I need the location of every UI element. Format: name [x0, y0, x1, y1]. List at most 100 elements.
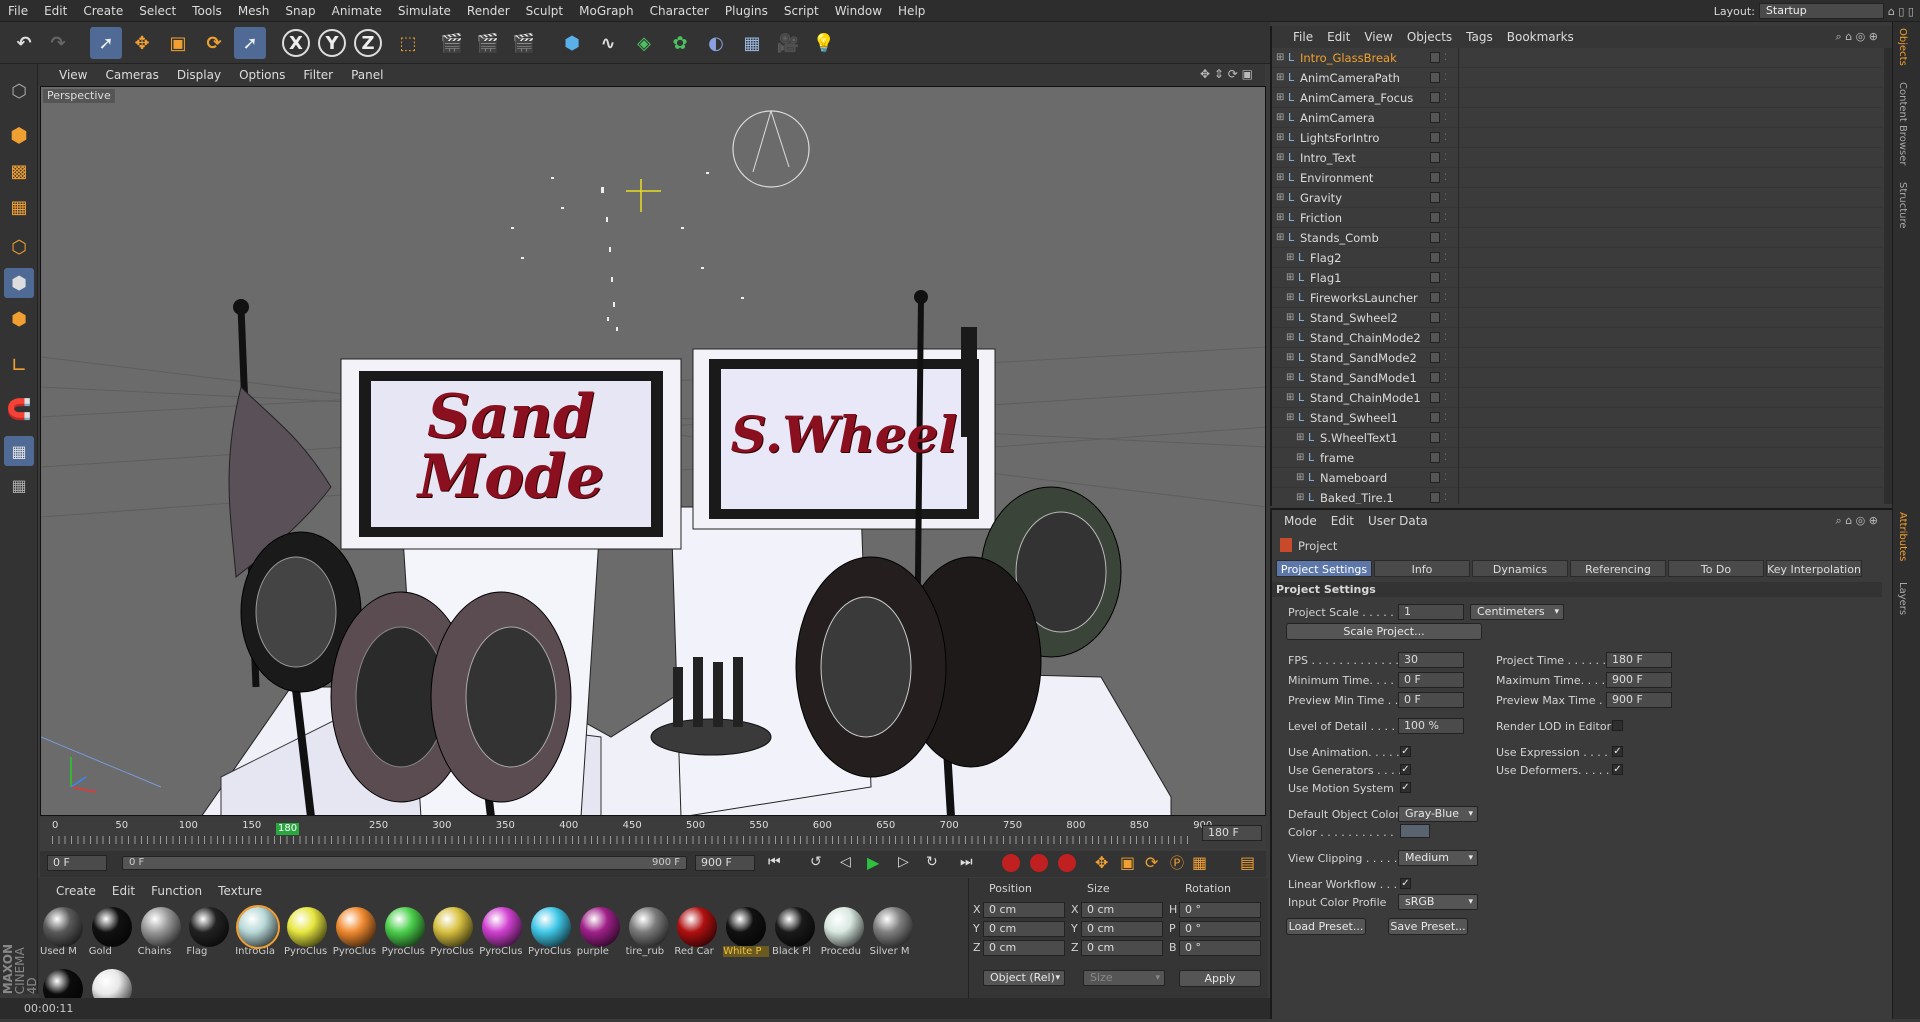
- coord-value-field[interactable]: 0 cm: [1081, 902, 1163, 918]
- tab-dynamics[interactable]: Dynamics: [1472, 560, 1568, 577]
- expand-toggle-icon[interactable]: ⊞: [1286, 408, 1294, 428]
- recent-tool-icon[interactable]: ➚: [234, 27, 266, 59]
- object-row[interactable]: ⊞ L Environment ⁚: [1272, 168, 1882, 188]
- visibility-toggle-icon[interactable]: [1430, 452, 1440, 463]
- range-slider[interactable]: 0 F 900 F: [122, 856, 687, 870]
- use-motion-checkbox[interactable]: ✓: [1400, 782, 1411, 793]
- menu-snap[interactable]: Snap: [277, 0, 323, 22]
- project-time-field[interactable]: 180 F: [1606, 652, 1672, 668]
- object-scrollbar[interactable]: [1884, 48, 1892, 504]
- current-frame-marker[interactable]: 180: [276, 823, 300, 835]
- object-row[interactable]: ⊞ L Baked_Tire.1 ⁚: [1272, 488, 1882, 504]
- cube-primitive-icon[interactable]: ⬢: [556, 27, 588, 59]
- object-row[interactable]: ⊞ L LightsForIntro ⁚: [1272, 128, 1882, 148]
- object-row[interactable]: ⊞ L Nameboard ⁚: [1272, 468, 1882, 488]
- object-row[interactable]: ⊞ L Flag1 ⁚: [1272, 268, 1882, 288]
- dot-toggles-icon[interactable]: ⁚: [1444, 108, 1447, 128]
- coord-value-field[interactable]: 0 cm: [1081, 921, 1163, 937]
- dot-toggles-icon[interactable]: ⁚: [1444, 168, 1447, 188]
- render-picture-viewer-icon[interactable]: 🎬: [472, 27, 504, 59]
- menu-character[interactable]: Character: [642, 0, 717, 22]
- prev-key-icon[interactable]: ↺: [810, 854, 822, 870]
- record-icon[interactable]: [1002, 854, 1020, 872]
- start-frame-field[interactable]: 0 F: [47, 855, 107, 871]
- expand-toggle-icon[interactable]: ⊞: [1276, 228, 1284, 248]
- object-row[interactable]: ⊞ L Stand_ChainMode1 ⁚: [1272, 388, 1882, 408]
- visibility-toggle-icon[interactable]: [1430, 432, 1440, 443]
- visibility-toggle-icon[interactable]: [1430, 472, 1440, 483]
- tab-key-interpolation[interactable]: Key Interpolation: [1766, 560, 1862, 577]
- axis-z-button[interactable]: Z: [354, 29, 382, 57]
- render-lod-checkbox[interactable]: [1612, 720, 1623, 731]
- coord-value-field[interactable]: 0 cm: [1081, 940, 1163, 956]
- dot-toggles-icon[interactable]: ⁚: [1444, 68, 1447, 88]
- coord-value-field[interactable]: 0 cm: [983, 902, 1065, 918]
- use-deformers-checkbox[interactable]: ✓: [1612, 764, 1623, 775]
- object-row[interactable]: ⊞ L Stand_SandMode1 ⁚: [1272, 368, 1882, 388]
- save-preset-button[interactable]: Save Preset...: [1388, 918, 1468, 935]
- material-swatch[interactable]: PyroClus: [333, 906, 377, 960]
- tab-info[interactable]: Info: [1374, 560, 1470, 577]
- visibility-toggle-icon[interactable]: [1430, 372, 1440, 383]
- attribute-menu-edit[interactable]: Edit: [1331, 514, 1354, 528]
- menu-simulate[interactable]: Simulate: [390, 0, 459, 22]
- viewport-perspective[interactable]: Perspective Sand Mode S.Wheel: [40, 86, 1266, 816]
- object-row[interactable]: ⊞ L AnimCamera_Focus ⁚: [1272, 88, 1882, 108]
- solo-icon[interactable]: ▦: [4, 470, 34, 500]
- select-tool-icon[interactable]: ➚: [90, 27, 122, 59]
- preview-min-field[interactable]: 0 F: [1398, 692, 1464, 708]
- menu-animate[interactable]: Animate: [324, 0, 390, 22]
- expand-toggle-icon[interactable]: ⊞: [1276, 88, 1284, 108]
- edges-mode-icon[interactable]: ⬢: [4, 268, 34, 298]
- next-key-icon[interactable]: ↻: [926, 854, 938, 870]
- material-menu-create[interactable]: Create: [56, 884, 96, 898]
- snap-icon[interactable]: 🧲: [4, 394, 34, 424]
- dot-toggles-icon[interactable]: ⁚: [1444, 128, 1447, 148]
- cloner-icon[interactable]: ✿: [664, 27, 696, 59]
- texture-mode-icon[interactable]: ▩: [4, 156, 34, 186]
- menu-help[interactable]: Help: [890, 0, 933, 22]
- material-swatch[interactable]: White P: [723, 906, 770, 960]
- menu-render[interactable]: Render: [459, 0, 518, 22]
- dot-toggles-icon[interactable]: ⁚: [1444, 448, 1447, 468]
- preview-max-field[interactable]: 900 F: [1606, 692, 1672, 708]
- menu-tools[interactable]: Tools: [184, 0, 230, 22]
- menu-file[interactable]: File: [0, 0, 36, 22]
- dot-toggles-icon[interactable]: ⁚: [1444, 428, 1447, 448]
- key-rotate-icon[interactable]: ⟳: [1145, 853, 1158, 872]
- tab-to-do[interactable]: To Do: [1668, 560, 1764, 577]
- tab-content-browser[interactable]: Content Browser: [1897, 82, 1908, 165]
- material-swatch[interactable]: Flag: [186, 906, 230, 960]
- visibility-toggle-icon[interactable]: [1430, 152, 1440, 163]
- view-clipping-dropdown[interactable]: Medium: [1398, 850, 1478, 866]
- visibility-toggle-icon[interactable]: [1430, 52, 1440, 63]
- expand-toggle-icon[interactable]: ⊞: [1286, 248, 1294, 268]
- material-menu-function[interactable]: Function: [151, 884, 202, 898]
- input-profile-dropdown[interactable]: sRGB: [1398, 894, 1478, 910]
- dot-toggles-icon[interactable]: ⁚: [1444, 468, 1447, 488]
- material-menu-texture[interactable]: Texture: [218, 884, 262, 898]
- expand-toggle-icon[interactable]: ⊞: [1296, 428, 1304, 448]
- expand-toggle-icon[interactable]: ⊞: [1286, 308, 1294, 328]
- key-param-icon[interactable]: Ⓟ: [1170, 853, 1184, 873]
- dot-toggles-icon[interactable]: ⁚: [1444, 228, 1447, 248]
- visibility-toggle-icon[interactable]: [1430, 492, 1440, 503]
- project-scale-unit[interactable]: Centimeters: [1470, 604, 1564, 620]
- material-swatch[interactable]: PyroClus: [284, 906, 328, 960]
- end-frame-field[interactable]: 180 F: [1202, 825, 1262, 841]
- material-swatch[interactable]: Red Car: [674, 906, 718, 960]
- dot-toggles-icon[interactable]: ⁚: [1444, 308, 1447, 328]
- material-swatch[interactable]: Chains: [138, 906, 182, 960]
- menu-mesh[interactable]: Mesh: [230, 0, 278, 22]
- expand-toggle-icon[interactable]: ⊞: [1276, 208, 1284, 228]
- viewport-nav-icons[interactable]: ✥ ⇕ ⟳ ▣: [1200, 67, 1253, 81]
- axis-y-button[interactable]: Y: [318, 29, 346, 57]
- use-generators-checkbox[interactable]: ✓: [1400, 764, 1411, 775]
- dot-toggles-icon[interactable]: ⁚: [1444, 188, 1447, 208]
- object-row[interactable]: ⊞ L Friction ⁚: [1272, 208, 1882, 228]
- object-row[interactable]: ⊞ L Stand_SandMode2 ⁚: [1272, 348, 1882, 368]
- object-row[interactable]: ⊞ L Flag2 ⁚: [1272, 248, 1882, 268]
- visibility-toggle-icon[interactable]: [1430, 132, 1440, 143]
- tab-referencing[interactable]: Referencing: [1570, 560, 1666, 577]
- menu-select[interactable]: Select: [131, 0, 184, 22]
